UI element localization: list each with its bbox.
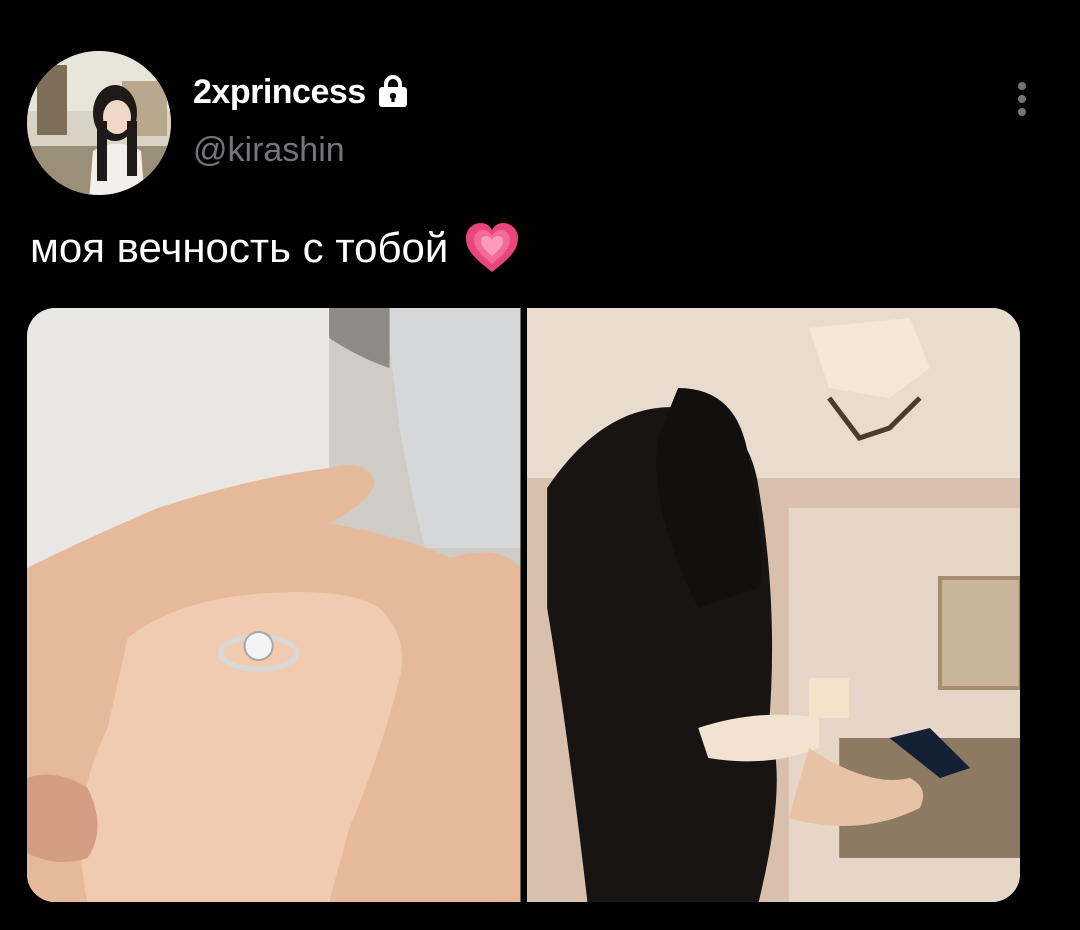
photo-couple-embrace[interactable] bbox=[526, 308, 1020, 902]
author-handle[interactable]: @kirashin bbox=[193, 131, 345, 170]
display-name[interactable]: 2xprincess bbox=[193, 73, 366, 112]
more-options-button[interactable] bbox=[1006, 78, 1038, 120]
growing-heart-icon bbox=[464, 222, 520, 274]
avatar[interactable] bbox=[27, 51, 171, 195]
tweet-text: моя вечность с тобой bbox=[30, 222, 520, 274]
more-dot bbox=[1018, 95, 1026, 103]
lock-icon bbox=[374, 73, 412, 111]
tweet-card: 2xprincess @kirashin моя вечность с тобо… bbox=[0, 0, 1080, 930]
tweet-text-body: моя вечность с тобой bbox=[30, 224, 449, 271]
more-dot bbox=[1018, 108, 1026, 116]
media-grid bbox=[27, 308, 1020, 902]
photo-hands-ring[interactable] bbox=[27, 308, 521, 902]
more-vertical-icon bbox=[1018, 82, 1026, 90]
author-name-row[interactable]: 2xprincess bbox=[193, 70, 412, 114]
